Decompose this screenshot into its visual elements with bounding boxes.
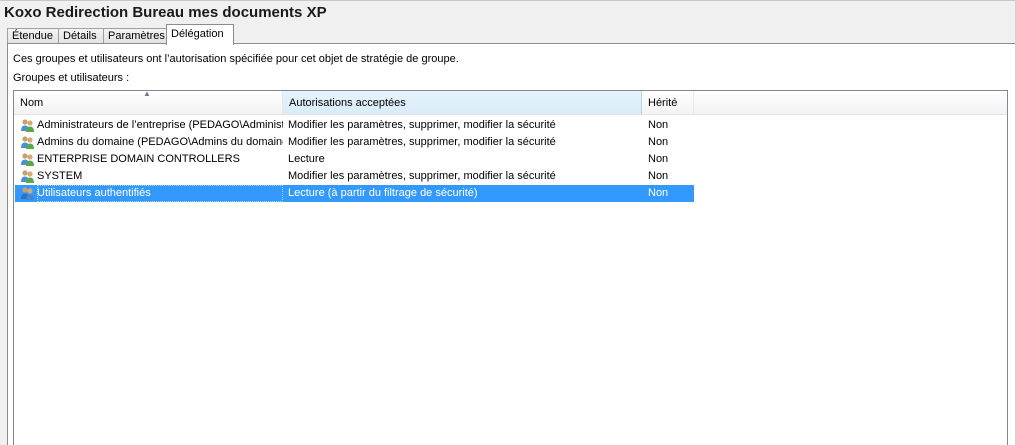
list-row-selected[interactable]: Utilisateurs authentifiés Lecture (à par… <box>15 185 694 202</box>
column-label-name: Nom <box>20 97 44 109</box>
tab-delegation[interactable]: Délégation <box>166 24 234 45</box>
sort-ascending-icon: ▲ <box>143 91 151 98</box>
delegation-description: Ces groupes et utilisateurs ont l’autori… <box>13 53 459 65</box>
list-header: Nom ▲ Autorisations acceptées Hérité <box>14 91 1007 115</box>
groups-users-label: Groupes et utilisateurs : <box>13 72 130 84</box>
row-permissions: Modifier les paramètres, supprimer, modi… <box>288 119 556 131</box>
column-header-permissions[interactable]: Autorisations acceptées <box>283 91 642 114</box>
group-icon <box>21 136 34 149</box>
group-icon <box>21 170 34 183</box>
row-permissions: Lecture <box>288 153 325 165</box>
list-row[interactable]: SYSTEM Modifier les paramètres, supprime… <box>15 168 694 185</box>
row-permissions: Modifier les paramètres, supprimer, modi… <box>288 136 556 148</box>
column-header-name[interactable]: Nom ▲ <box>14 91 283 114</box>
row-inherited: Non <box>648 119 669 131</box>
row-inherited: Non <box>648 170 669 182</box>
window-top-edge <box>0 0 1016 1</box>
group-icon <box>21 119 34 132</box>
group-icon <box>21 153 34 166</box>
column-header-inherited[interactable]: Hérité <box>642 91 694 114</box>
row-name: Admins du domaine (PEDAGO\Admins du doma… <box>37 136 283 148</box>
tab-parametres[interactable]: Paramètres <box>103 28 168 44</box>
row-permissions: Modifier les paramètres, supprimer, modi… <box>288 170 556 182</box>
row-inherited: Non <box>648 187 669 199</box>
group-icon <box>21 187 34 200</box>
row-name: SYSTEM <box>37 170 83 182</box>
tab-etendue[interactable]: Étendue <box>7 28 59 44</box>
column-label-inherited: Hérité <box>648 97 678 109</box>
row-inherited: Non <box>648 153 669 165</box>
window-title: Koxo Redirection Bureau mes documents XP <box>4 4 327 21</box>
row-name: Administrateurs de l’entreprise (PEDAGO\… <box>37 119 283 131</box>
row-inherited: Non <box>648 136 669 148</box>
list-row[interactable]: Administrateurs de l’entreprise (PEDAGO\… <box>15 117 694 134</box>
tab-details[interactable]: Détails <box>58 28 105 44</box>
list-row[interactable]: ENTERPRISE DOMAIN CONTROLLERS Lecture No… <box>15 151 694 168</box>
row-name: ENTERPRISE DOMAIN CONTROLLERS <box>37 153 240 165</box>
column-label-permissions: Autorisations acceptées <box>289 97 406 109</box>
row-permissions: Lecture (à partir du filtrage de sécurit… <box>288 187 478 199</box>
row-name: Utilisateurs authentifiés <box>37 185 283 202</box>
list-row[interactable]: Admins du domaine (PEDAGO\Admins du doma… <box>15 134 694 151</box>
delegation-list[interactable]: Nom ▲ Autorisations acceptées Hérité Adm… <box>13 90 1008 445</box>
